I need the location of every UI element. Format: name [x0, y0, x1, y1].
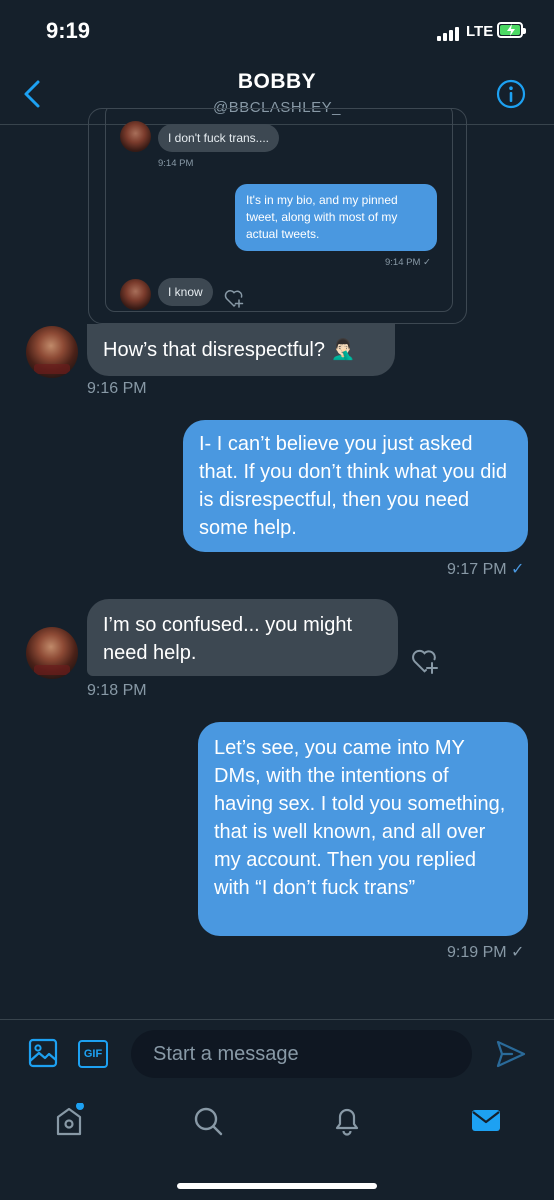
tab-notifications[interactable]: [331, 1103, 363, 1137]
sent-check-icon: ✓: [511, 944, 525, 961]
gif-button[interactable]: GIF: [78, 1040, 108, 1068]
status-time: 9:19: [46, 18, 91, 43]
message-input[interactable]: [131, 1030, 472, 1078]
quoted-avatar: [120, 279, 151, 310]
tab-search[interactable]: [192, 1103, 224, 1137]
composer-divider: [0, 1019, 554, 1020]
message-time: 9:19 PM: [447, 944, 507, 961]
message-time: 9:17 PM: [447, 561, 507, 578]
quoted-message-bubble: I don't fuck trans....: [158, 124, 280, 152]
cellular-signal-icon: [437, 27, 459, 41]
quoted-conversation-frame: I don't fuck trans.... 9:14 PM It's in m…: [105, 109, 453, 312]
sent-check-icon: ✓: [511, 561, 525, 578]
add-photo-button[interactable]: [27, 1037, 59, 1069]
message-bubble-outgoing[interactable]: Let’s see, you came into MY DMs, with th…: [198, 722, 528, 936]
image-icon: [28, 1038, 58, 1068]
conversation-title: BOBBY: [237, 70, 317, 93]
info-icon: [496, 79, 526, 109]
quoted-message-time: 9:14 PM ✓: [385, 257, 431, 268]
message-bubble-outgoing[interactable]: I- I can’t believe you just asked that. …: [183, 420, 528, 552]
quoted-conversation-card[interactable]: I don't fuck trans.... 9:14 PM It's in m…: [88, 108, 467, 324]
quoted-message-time: 9:14 PM: [158, 158, 194, 169]
quoted-message-bubble-out: It's in my bio, and my pinned tweet, alo…: [235, 184, 437, 251]
sender-avatar[interactable]: [26, 326, 78, 378]
message-bubble-incoming[interactable]: How’s that disrespectful? 🤦🏻‍♂️: [87, 324, 395, 376]
message-timestamp: 9:18 PM: [87, 682, 147, 699]
bell-icon: [335, 1108, 359, 1136]
battery-charging-icon: [497, 22, 526, 38]
quoted-avatar: [120, 121, 151, 152]
heart-add-icon[interactable]: [410, 646, 440, 674]
tab-home[interactable]: [53, 1102, 85, 1137]
sender-avatar[interactable]: [26, 627, 78, 679]
network-type: LTE: [466, 23, 494, 40]
quoted-heart-add-icon: [224, 290, 244, 308]
conversation-info-button[interactable]: [496, 79, 526, 109]
message-bubble-incoming[interactable]: I’m so confused... you might need help.: [87, 599, 398, 676]
tab-messages[interactable]: [470, 1103, 502, 1137]
search-icon: [194, 1107, 223, 1136]
message-timestamp: 9:16 PM: [87, 380, 147, 397]
message-timestamp: 9:17 PM ✓: [447, 559, 524, 579]
envelope-icon: [472, 1110, 500, 1131]
send-icon: [496, 1040, 526, 1068]
quoted-message-bubble: I know: [158, 278, 213, 306]
message-timestamp: 9:19 PM ✓: [447, 942, 524, 962]
home-indicator[interactable]: [177, 1183, 377, 1189]
send-button[interactable]: [495, 1039, 527, 1069]
home-icon: [56, 1102, 84, 1136]
